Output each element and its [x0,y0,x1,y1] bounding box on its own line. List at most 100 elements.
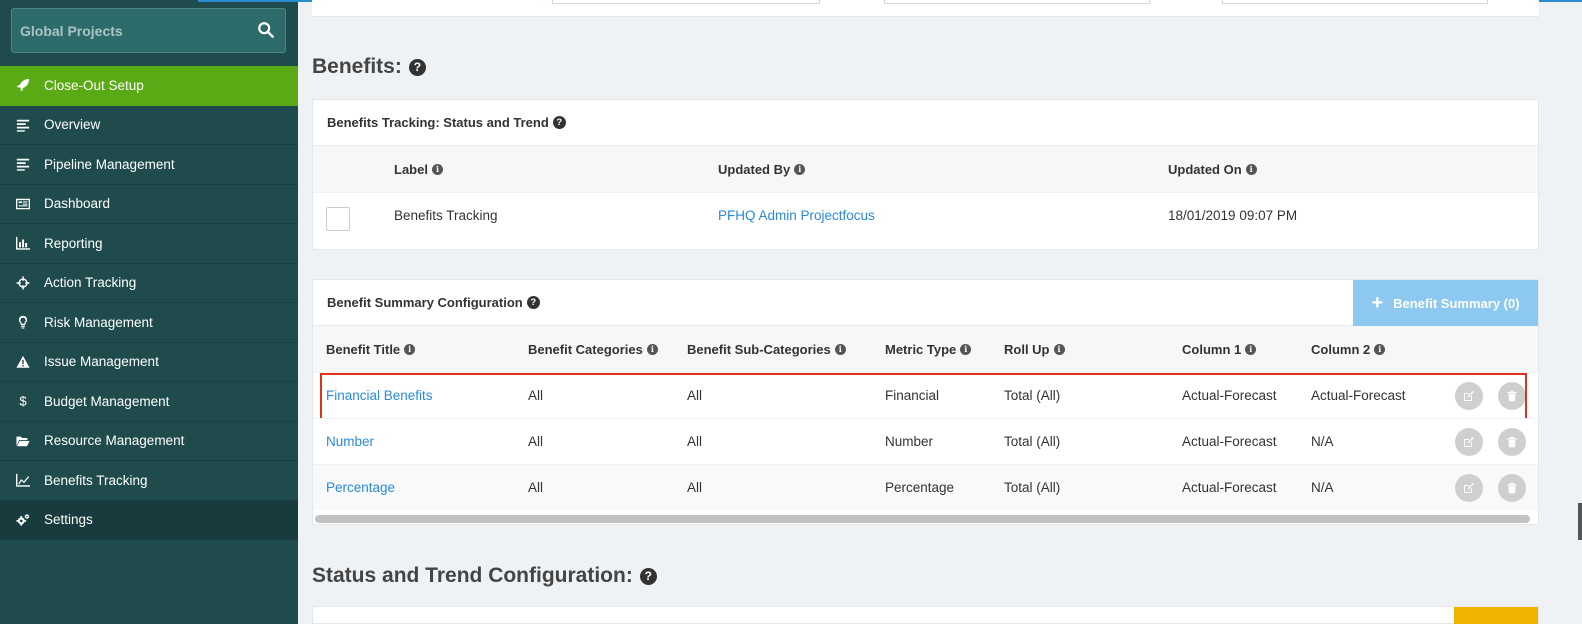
metric-type-cell: Percentage [885,480,955,495]
delete-button[interactable] [1498,474,1526,502]
trash-icon [1507,436,1517,448]
roll-up-cell: Total (All) [1004,480,1061,495]
info-icon[interactable]: i [646,344,658,355]
column-header-column-2[interactable]: Column 2i [1311,342,1386,357]
row-label: Benefits Tracking [394,208,498,223]
table-row: Benefits Tracking PFHQ Admin Projectfocu… [313,192,1538,238]
edit-button[interactable] [1455,474,1483,502]
column-header-label[interactable]: Label i [394,162,443,177]
add-benefit-summary-button[interactable]: + Benefit Summary (0) [1353,280,1538,327]
benefit-sub-categories-cell: All [687,480,703,495]
sidebar-item-risk-management[interactable]: Risk Management [0,303,298,343]
bar-chart-icon [15,235,31,251]
lightbulb-icon [15,314,31,330]
delete-button[interactable] [1498,382,1526,410]
column-header-updated-on[interactable]: Updated On i [1168,162,1257,177]
status-trend-section-title: Status and Trend Configuration: ? [312,564,657,588]
panel-title: Benefits Tracking: Status and Trend ? [313,100,1538,146]
sidebar-item-action-tracking[interactable]: Action Tracking [0,264,298,303]
sidebar-nav: Close-Out Setup Overview Pipeline Manage… [0,66,298,540]
info-icon[interactable]: i [960,344,972,355]
updated-on-value: 18/01/2019 09:07 PM [1168,208,1298,223]
edit-icon [1464,437,1474,447]
sidebar-item-label: Resource Management [44,433,185,449]
column-header-updated-by[interactable]: Updated By i [718,162,806,177]
updated-by-link[interactable]: PFHQ Admin Projectfocus [718,208,875,223]
sidebar-item-label: Benefits Tracking [44,472,148,488]
column-2-cell: N/A [1311,434,1334,449]
delete-button[interactable] [1498,428,1526,456]
benefit-title-link[interactable]: Financial Benefits [326,388,433,403]
table-row: Number All All Number Total (All) Actual… [313,418,1538,464]
info-icon[interactable]: i [1245,164,1257,175]
line-chart-icon [15,472,31,488]
info-icon[interactable]: i [1245,344,1257,355]
column-1-cell: Actual-Forecast [1182,434,1277,449]
input-field[interactable] [552,0,820,4]
metric-type-cell: Financial [885,388,940,403]
plus-icon: + [1371,292,1384,314]
sidebar-item-label: Overview [44,117,101,133]
input-field[interactable] [884,0,1150,4]
sidebar-item-close-out-setup[interactable]: Close-Out Setup [0,66,298,106]
previous-panel-bottom [312,0,1539,17]
column-header-benefit-sub-categories[interactable]: Benefit Sub-Categories i [687,342,846,357]
sidebar: Global Projects Close-Out Setup Overview… [0,0,298,624]
question-circle-icon[interactable]: ? [639,567,657,585]
sidebar-item-budget-management[interactable]: $ Budget Management [0,382,298,422]
page-scrollbar[interactable] [1578,503,1582,540]
rocket-icon [15,77,31,93]
sidebar-item-dashboard[interactable]: Dashboard [0,185,298,224]
column-header-benefit-categories[interactable]: Benefit Categories i [528,342,658,357]
sidebar-item-pipeline-management[interactable]: Pipeline Management [0,145,298,185]
search-icon[interactable] [257,21,275,39]
sidebar-item-label: Risk Management [44,314,153,330]
benefit-sub-categories-cell: All [687,434,703,449]
input-field[interactable] [1222,0,1488,4]
sidebar-item-benefits-tracking[interactable]: Benefits Tracking [0,461,298,501]
row-checkbox[interactable] [326,207,350,231]
benefit-sub-categories-cell: All [687,388,703,403]
benefits-section-title: Benefits: ? [312,55,426,79]
edit-button[interactable] [1455,382,1483,410]
sidebar-item-label: Settings [44,512,93,528]
benefits-tracking-panel: Benefits Tracking: Status and Trend ? La… [312,99,1539,250]
column-header-metric-type[interactable]: Metric Type i [885,342,972,357]
sidebar-item-settings[interactable]: Settings [0,500,298,540]
sidebar-item-issue-management[interactable]: Issue Management [0,343,298,382]
info-icon[interactable]: i [1053,344,1065,355]
column-header-column-1[interactable]: Column 1i [1182,342,1257,357]
question-circle-icon[interactable]: ? [408,58,426,76]
sidebar-item-label: Dashboard [44,196,111,212]
sidebar-item-label: Issue Management [44,354,159,370]
benefit-title-link[interactable]: Number [326,434,374,449]
info-icon[interactable]: i [1374,344,1386,355]
edit-button[interactable] [1455,428,1483,456]
sidebar-item-resource-management[interactable]: Resource Management [0,422,298,461]
crosshairs-icon [15,275,31,291]
edit-icon [1464,391,1474,401]
info-icon[interactable]: i [794,164,806,175]
sidebar-item-label: Close-Out Setup [44,77,144,93]
info-icon[interactable]: i [834,344,846,355]
info-icon[interactable]: i [431,164,443,175]
sidebar-item-label: Reporting [44,235,103,251]
table-header: Label i Updated By i Updated On i [313,146,1538,192]
column-1-cell: Actual-Forecast [1182,480,1277,495]
benefit-title-link[interactable]: Percentage [326,480,395,495]
question-circle-icon[interactable]: ? [552,116,566,129]
horizontal-scrollbar[interactable] [315,515,1530,523]
table-header: Benefit Title i Benefit Categories i Benef… [313,326,1538,372]
sidebar-item-reporting[interactable]: Reporting [0,224,298,264]
column-header-roll-up[interactable]: Roll Up i [1004,342,1065,357]
trash-icon [1507,482,1517,494]
yellow-action-button[interactable] [1454,607,1538,624]
global-projects-search[interactable]: Global Projects [11,8,286,53]
benefit-summary-panel: Benefit Summary Configuration ? + Benefi… [312,279,1539,525]
sidebar-item-overview[interactable]: Overview [0,106,298,145]
benefit-categories-cell: All [528,480,544,495]
roll-up-cell: Total (All) [1004,434,1061,449]
info-icon[interactable]: i [404,344,416,355]
question-circle-icon[interactable]: ? [526,296,540,309]
column-header-benefit-title[interactable]: Benefit Title i [326,342,416,357]
